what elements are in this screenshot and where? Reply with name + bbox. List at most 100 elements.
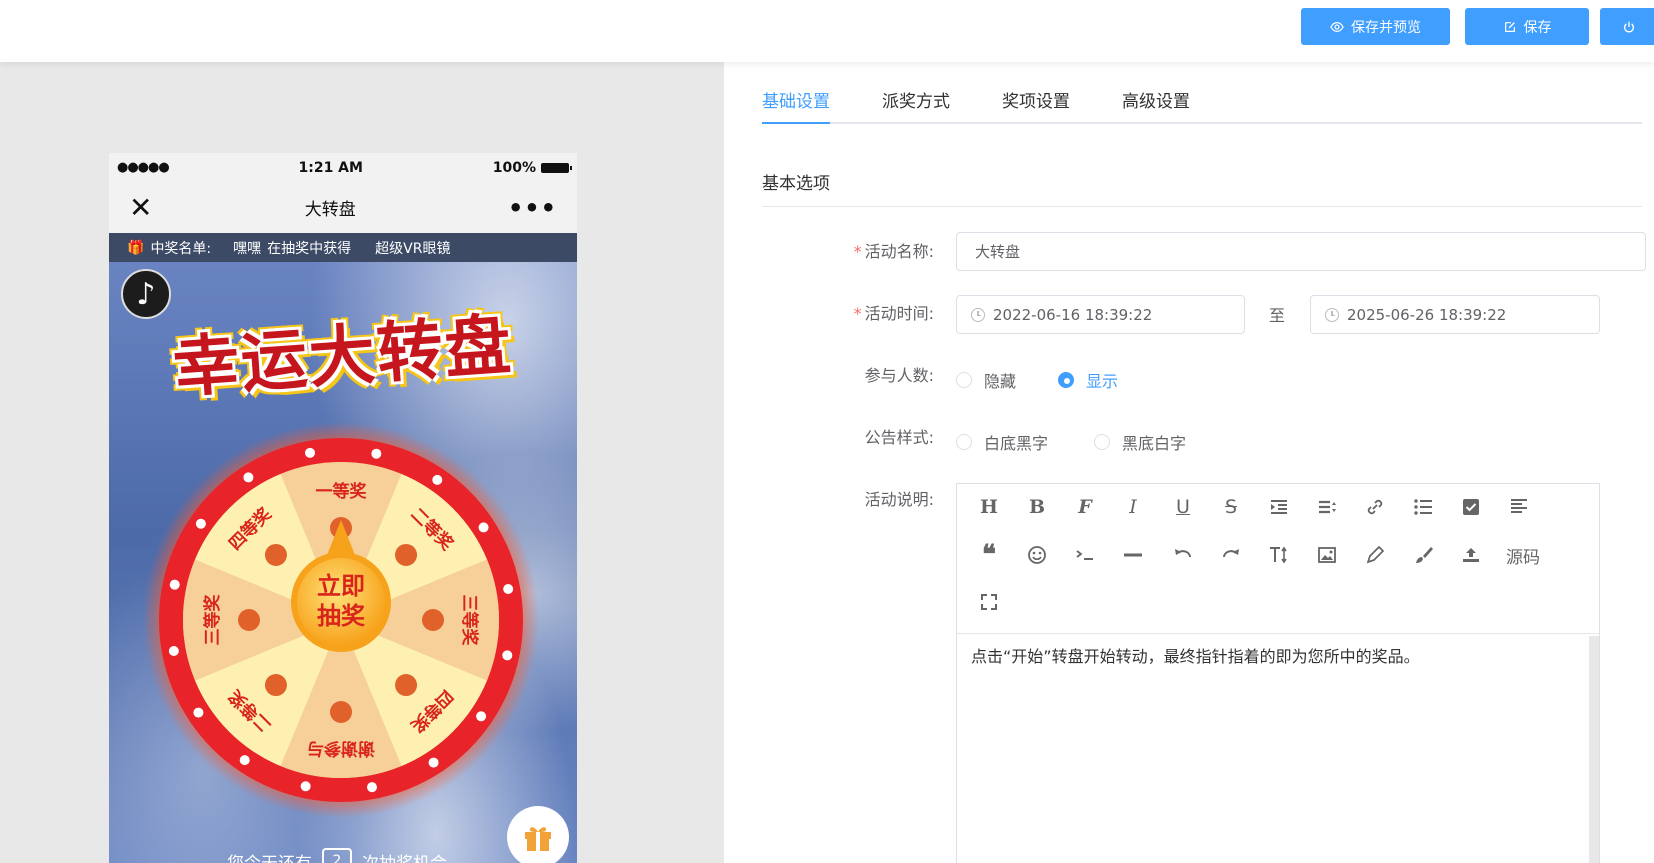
prize-thumbnail-icon bbox=[264, 674, 287, 697]
prize-thumbnail-icon bbox=[395, 674, 418, 697]
participants-show-radio[interactable]: 显示 bbox=[1058, 368, 1118, 392]
horizontal-rule-icon[interactable] bbox=[1113, 535, 1153, 575]
prize-wheel[interactable]: 一等奖二等奖三等奖四等奖谢谢参与二等奖三等奖四等奖 立即 抽奖 bbox=[141, 420, 541, 820]
gift-button[interactable] bbox=[507, 806, 569, 863]
start-draw-line2: 抽奖 bbox=[317, 602, 366, 630]
underline-icon[interactable]: U bbox=[1163, 487, 1203, 527]
start-draw-line1: 立即 bbox=[317, 572, 365, 600]
marquee-winner: 嘿嘿 bbox=[233, 240, 262, 257]
pen-icon[interactable] bbox=[1355, 535, 1395, 575]
activity-name-value: 大转盘 bbox=[975, 243, 1021, 261]
required-mark: * bbox=[853, 242, 862, 261]
notice-white-label: 白底黑字 bbox=[984, 434, 1049, 453]
notice-black-label: 黑底白字 bbox=[1122, 434, 1187, 453]
editor-toolbar: H B F I U S ❝ 源码 bbox=[957, 484, 1599, 634]
phone-preview: ●●●●● 1:21 AM 100% ✕ 大转盘 ••• 🎁 中奖名单: 嘿嘿 … bbox=[109, 153, 577, 863]
notice-style-label: 公告样式: bbox=[864, 428, 934, 447]
wheel-segment-label: 三等奖 bbox=[459, 595, 480, 647]
brush-icon[interactable] bbox=[1403, 535, 1443, 575]
wheel-light bbox=[239, 755, 250, 766]
heading-icon[interactable]: H bbox=[969, 487, 1009, 527]
upload-icon[interactable] bbox=[1451, 535, 1491, 575]
marquee-prize: 超级VR眼镜 bbox=[375, 240, 451, 257]
more-icon[interactable]: ••• bbox=[508, 194, 557, 222]
tab-award-method[interactable]: 派奖方式 bbox=[882, 84, 950, 124]
phone-status-bar: ●●●●● 1:21 AM 100% bbox=[109, 153, 577, 182]
wheel-light bbox=[476, 711, 487, 722]
participants-hide-label: 隐藏 bbox=[984, 372, 1017, 391]
tab-basic-settings[interactable]: 基础设置 bbox=[762, 84, 830, 124]
tab-advanced-settings[interactable]: 高级设置 bbox=[1122, 84, 1190, 124]
draw-chance-text: 您今天还有 2 次抽奖机会 bbox=[227, 848, 447, 863]
phone-page-title: 大转盘 bbox=[304, 200, 356, 220]
quote-icon[interactable]: ❝ bbox=[969, 535, 1009, 575]
activity-time-label: * 活动时间: bbox=[724, 300, 934, 324]
radio-circle bbox=[956, 434, 972, 450]
top-bar: 保存并预览 保存 bbox=[0, 0, 1654, 62]
save-label: 保存 bbox=[1523, 19, 1552, 36]
prize-thumbnail-icon bbox=[422, 609, 444, 631]
bold-icon[interactable]: B bbox=[1017, 487, 1057, 527]
prize-thumbnail-icon bbox=[395, 543, 418, 566]
editor-content[interactable]: 点击“开始”转盘开始转动，最终指针指着的即为您所中的奖品。 bbox=[957, 634, 1583, 863]
phone-nav-bar: ✕ 大转盘 ••• bbox=[109, 182, 577, 233]
participants-hide-radio[interactable]: 隐藏 bbox=[956, 368, 1016, 392]
emoji-icon[interactable] bbox=[1017, 535, 1057, 575]
list-icon[interactable] bbox=[1403, 487, 1443, 527]
chance-prefix: 您今天还有 bbox=[227, 849, 312, 863]
required-mark: * bbox=[853, 304, 862, 323]
prize-thumbnail-icon bbox=[264, 543, 287, 566]
activity-name-input[interactable]: 大转盘 bbox=[956, 232, 1646, 271]
strikethrough-icon[interactable]: S bbox=[1211, 487, 1251, 527]
marquee-action: 在抽奖中获得 bbox=[267, 240, 352, 257]
font-size-icon[interactable] bbox=[1259, 535, 1299, 575]
wheel-light bbox=[428, 757, 439, 768]
redo-icon[interactable] bbox=[1211, 535, 1251, 575]
link-icon[interactable] bbox=[1355, 487, 1395, 527]
music-note-icon[interactable]: ♪ bbox=[121, 269, 171, 319]
font-icon[interactable]: F bbox=[1065, 487, 1105, 527]
wheel-light bbox=[195, 518, 206, 529]
tab-prize-settings[interactable]: 奖项设置 bbox=[1002, 84, 1070, 124]
wheel-light bbox=[168, 645, 179, 656]
line-height-icon[interactable] bbox=[1307, 487, 1347, 527]
battery-icon bbox=[540, 162, 572, 173]
edit-icon bbox=[1504, 21, 1515, 32]
clock-icon bbox=[1325, 307, 1339, 322]
section-title: 基本选项 bbox=[762, 174, 830, 194]
image-icon[interactable] bbox=[1307, 535, 1347, 575]
exit-button[interactable] bbox=[1600, 8, 1654, 45]
wheel-segment-label: 谢谢参与 bbox=[307, 738, 375, 759]
wheel-light bbox=[305, 447, 316, 458]
description-label: 活动说明: bbox=[864, 490, 934, 509]
activity-name-label: * 活动名称: bbox=[724, 238, 934, 262]
save-and-preview-button[interactable]: 保存并预览 bbox=[1301, 8, 1450, 45]
radio-circle bbox=[1094, 434, 1110, 450]
save-button[interactable]: 保存 bbox=[1465, 8, 1589, 45]
battery-indicator: 100% bbox=[493, 160, 572, 176]
close-icon[interactable]: ✕ bbox=[129, 193, 152, 222]
source-code-button[interactable]: 源码 bbox=[1499, 535, 1547, 575]
undo-icon[interactable] bbox=[1163, 535, 1203, 575]
banner-title: 幸运大转盘 bbox=[170, 306, 516, 407]
fullscreen-icon[interactable] bbox=[969, 582, 1009, 622]
italic-icon[interactable]: I bbox=[1113, 487, 1153, 527]
start-time-input[interactable]: 2022-06-16 18:39:22 bbox=[956, 295, 1245, 334]
indent-icon[interactable] bbox=[1259, 487, 1299, 527]
gift-icon bbox=[525, 827, 551, 851]
code-icon[interactable] bbox=[1065, 535, 1105, 575]
checkbox-icon[interactable] bbox=[1451, 487, 1491, 527]
end-time-value: 2025-06-26 18:39:22 bbox=[1347, 305, 1507, 324]
activity-time-label-text: 活动时间: bbox=[864, 304, 934, 323]
align-icon[interactable] bbox=[1499, 487, 1539, 527]
status-time: 1:21 AM bbox=[298, 159, 363, 176]
wheel-light bbox=[193, 707, 204, 718]
editor-scrollbar[interactable] bbox=[1589, 636, 1599, 863]
notice-black-radio[interactable]: 黑底白字 bbox=[1094, 430, 1186, 454]
end-time-input[interactable]: 2025-06-26 18:39:22 bbox=[1310, 295, 1600, 334]
wheel-segment-label: 三等奖 bbox=[202, 594, 223, 646]
notice-white-radio[interactable]: 白底黑字 bbox=[956, 430, 1048, 454]
winner-marquee: 🎁 中奖名单: 嘿嘿 在抽奖中获得 超级VR眼镜 bbox=[109, 233, 577, 262]
prize-thumbnail-icon bbox=[330, 701, 352, 723]
preview-area: ●●●●● 1:21 AM 100% ✕ 大转盘 ••• 🎁 中奖名单: 嘿嘿 … bbox=[0, 62, 724, 863]
